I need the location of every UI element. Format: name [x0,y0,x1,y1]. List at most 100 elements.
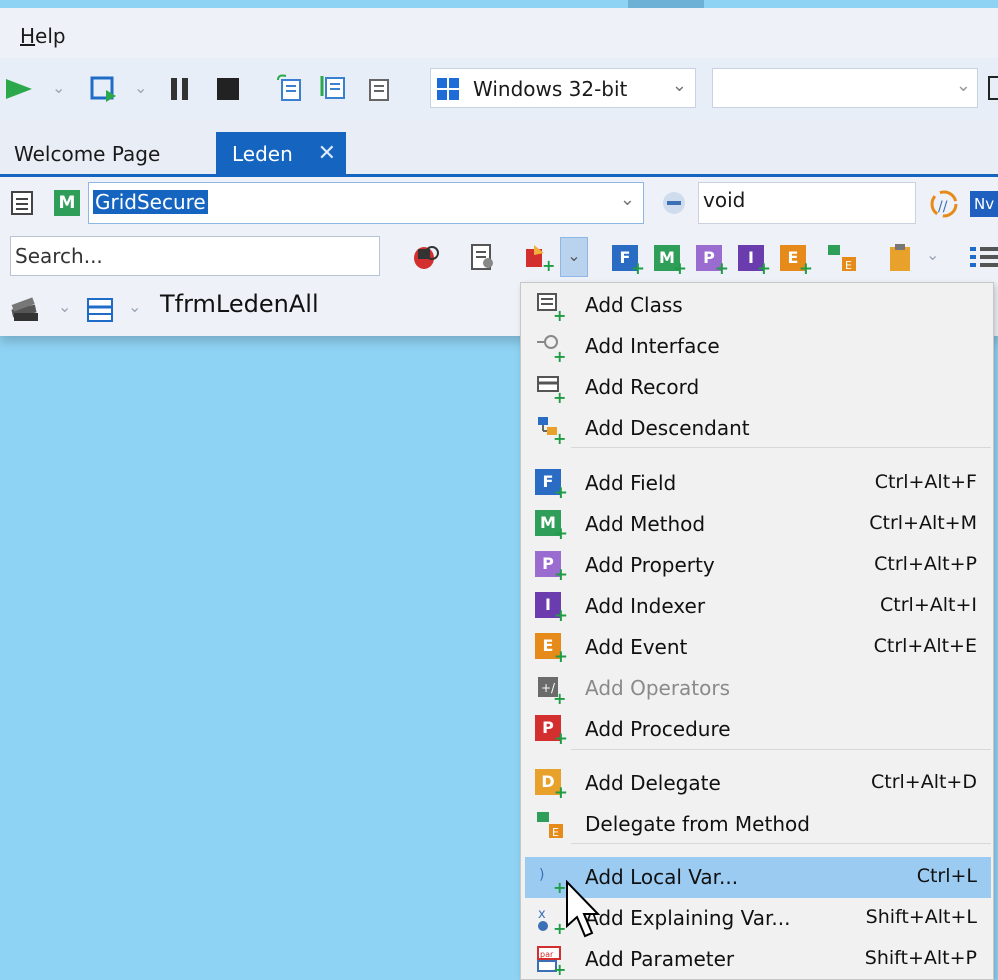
file-structure-icon[interactable] [8,189,38,217]
svg-text:x: x [538,907,546,922]
tab-label: Leden [232,142,293,166]
property-badge-icon[interactable]: P [696,245,729,278]
menu-item-shortcut: Ctrl+Alt+E [873,635,977,657]
menu-item-label: Add Class [585,293,683,317]
menu-item-procedure[interactable]: P Add Procedure [525,709,991,750]
menu-item-event[interactable]: E Add Event Ctrl+Alt+E [525,627,991,668]
event-icon: E [535,633,568,666]
menu-item-class[interactable]: + Add Class [525,285,991,326]
step-out-icon[interactable] [362,72,394,104]
chevron-down-icon: ⌄ [619,189,635,210]
menu-item-shortcut: Ctrl+Alt+M [869,512,977,534]
menu-item-parameter[interactable]: par + Add Parameter Shift+Alt+P [525,939,991,980]
svg-text:par: par [540,950,554,959]
menu-separator [571,749,991,750]
document-settings-icon[interactable] [466,241,498,273]
local-var-icon: ) + [535,863,566,897]
parameter-icon: par + [535,945,566,979]
stop-icon[interactable] [214,74,242,104]
menu-item-shortcut: Ctrl+Alt+I [880,594,977,616]
tab-leden[interactable]: Leden ✕ [216,132,346,174]
run-dropdown-icon[interactable]: ⌄ [52,78,65,97]
books-icon[interactable] [8,293,44,325]
code-map-icon[interactable]: // [928,189,962,219]
clipboard-icon[interactable] [884,241,918,273]
run-icon[interactable] [2,74,36,104]
field-badge-icon[interactable]: F [612,245,645,278]
indexer-icon: I [535,592,568,625]
descendant-icon: + [535,414,566,448]
mouse-pointer-icon [566,880,601,938]
menu-item-interface[interactable]: + Add Interface [525,326,991,367]
menu-item-delegate-from-method[interactable]: E Delegate from Method [525,804,991,845]
menu-item-operators[interactable]: +/+ Add Operators [525,668,991,709]
menubar: Help [0,8,998,58]
chevron-down-icon: ⌄ [955,75,971,96]
svg-text:+: + [553,960,565,975]
svg-text://: // [938,199,948,215]
platform-select[interactable]: Windows 32-bit ⌄ [430,68,696,108]
minus-icon[interactable] [660,189,688,217]
nav-clipped-badge-icon[interactable]: Nv [970,191,998,217]
run-options-dropdown-icon[interactable]: ⌄ [134,78,147,97]
field-icon: F [535,469,568,502]
menu-item-label: Delegate from Method [585,812,810,836]
menu-item-label: Add Delegate [585,771,721,795]
property-icon: P [535,551,568,584]
type-combo[interactable]: GridSecure ⌄ [88,182,644,224]
svg-text:+: + [542,256,555,273]
svg-text:E: E [552,826,559,839]
menu-item-shortcut: Ctrl+Alt+P [874,553,977,575]
menu-item-label: Add Descendant [585,416,750,440]
close-icon[interactable]: ✕ [318,141,336,166]
svg-text:+: + [553,306,565,321]
method-badge-icon[interactable]: M [654,245,687,278]
menu-item-method[interactable]: M Add Method Ctrl+Alt+M [525,504,991,545]
menu-item-label: Add Procedure [585,717,731,741]
indexer-badge-icon[interactable]: I [738,245,771,278]
menu-item-record[interactable]: + Add Record [525,367,991,408]
menu-item-indexer[interactable]: I Add Indexer Ctrl+Alt+I [525,586,991,627]
menu-item-shortcut: Ctrl+Alt+D [870,771,977,793]
run-without-debug-icon[interactable] [88,74,120,104]
step-into-icon[interactable] [318,72,350,104]
menu-item-label: Add Method [585,512,706,536]
menu-item-label: Add Explaining Var... [585,906,791,930]
interface-icon: + [535,332,566,366]
structure-dropdown-icon[interactable]: ⌄ [128,297,141,316]
method-badge-icon: M [54,190,80,216]
procedure-icon: P [535,715,568,748]
menu-item-property[interactable]: P Add Property Ctrl+Alt+P [525,545,991,586]
delegate-icon: D [535,769,568,802]
menu-item-label: Add Property [585,553,715,577]
menu-help[interactable]: Help [20,24,66,48]
step-over-icon[interactable] [274,72,306,104]
menu-item-field[interactable]: F Add Field Ctrl+Alt+F [525,463,991,504]
pause-icon[interactable] [168,74,194,104]
list-view-icon[interactable] [968,243,998,273]
method-icon: M [535,510,568,543]
add-member-icon[interactable]: + [522,241,556,273]
menu-item-delegate[interactable]: D Add Delegate Ctrl+Alt+D [525,763,991,804]
bug-search-icon[interactable] [408,241,444,273]
member-combo[interactable]: void [698,182,916,224]
clipped-toolbar-icon[interactable] [988,76,998,100]
configuration-select[interactable]: ⌄ [712,68,978,108]
tab-label: Welcome Page [14,142,161,166]
title-band [0,0,998,8]
menu-item-label: Add Indexer [585,594,706,618]
tab-welcome-page[interactable]: Welcome Page [0,132,214,174]
clipboard-dropdown-icon[interactable]: ⌄ [926,245,939,264]
class-structure-icon[interactable] [84,293,116,327]
svg-text:+: + [553,347,565,362]
delegate-from-method-icon[interactable]: E [824,241,860,275]
menu-item-label: Add Operators [585,676,731,700]
books-dropdown-icon[interactable]: ⌄ [58,297,71,316]
menu-separator [571,843,991,844]
search-input-box[interactable] [10,236,380,276]
menu-item-shortcut: Shift+Alt+P [864,947,977,969]
menu-item-descendant[interactable]: + Add Descendant [525,408,991,449]
event-badge-icon[interactable]: E [780,245,813,278]
add-member-dropdown-icon[interactable]: ⌄ [560,237,588,277]
search-input[interactable] [11,237,379,275]
